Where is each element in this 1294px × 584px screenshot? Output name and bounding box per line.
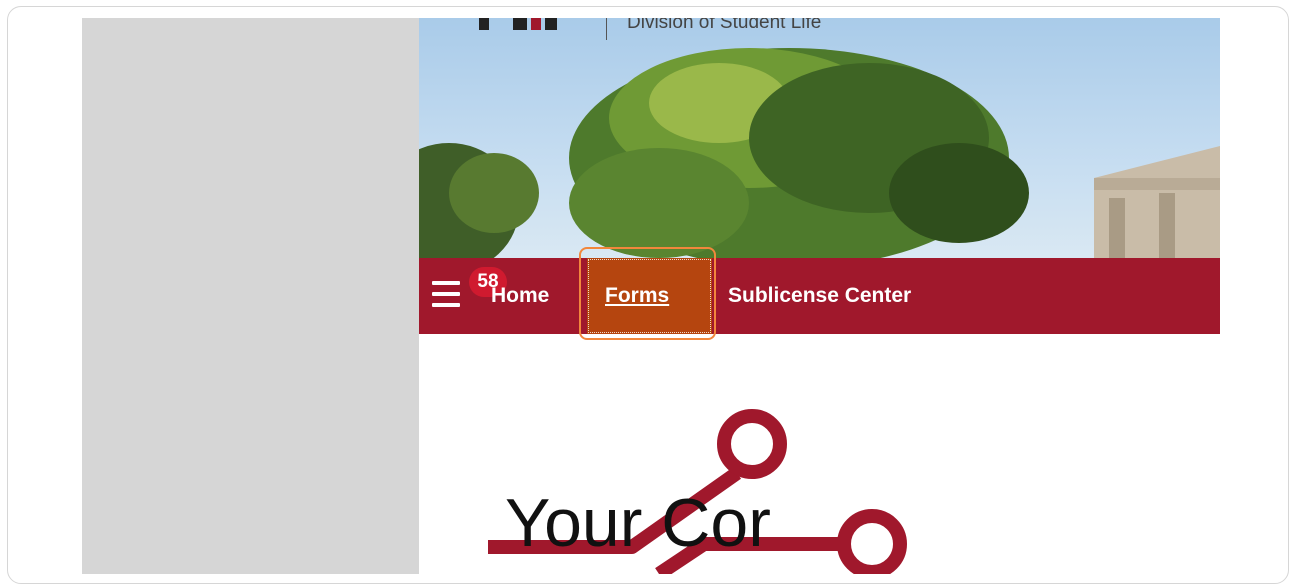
left-gray-panel xyxy=(82,18,419,574)
university-logo xyxy=(479,18,557,30)
hero-trees-image xyxy=(419,48,1220,258)
main-navigation: 58 Home Forms Sublicense Center xyxy=(419,258,1220,334)
header-divider xyxy=(606,18,607,40)
hero-banner: Division of Student Life xyxy=(419,18,1220,258)
nav-home-link[interactable]: Home xyxy=(491,258,549,334)
nav-sublicense-center-link[interactable]: Sublicense Center xyxy=(728,258,911,334)
menu-icon[interactable]: 58 xyxy=(432,267,507,307)
nav-forms-link[interactable]: Forms xyxy=(605,258,669,334)
page-heading: Your Cor xyxy=(505,489,771,557)
division-title: Division of Student Life xyxy=(627,18,822,33)
